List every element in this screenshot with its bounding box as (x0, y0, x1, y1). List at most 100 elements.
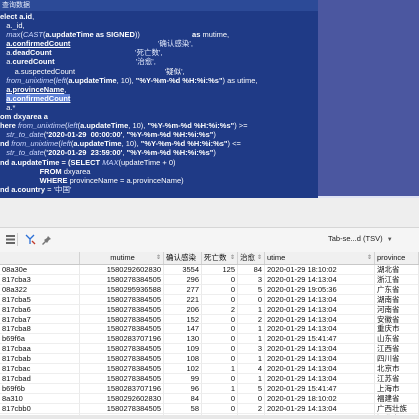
cell-utime[interactable]: 2020-01-29 14:13:04 (265, 314, 375, 325)
sql-editor-area[interactable]: 查询数据 elect a.id, a._id, max(CAST(a.updat… (0, 0, 419, 198)
cell-utime[interactable]: 2020-01-29 14:13:04 (265, 364, 375, 374)
cell-dead[interactable]: 0 (202, 314, 238, 325)
cell-dead[interactable]: 0 (202, 274, 238, 285)
table-row[interactable]: 817cba8 1580278384505 147 0 1 2020-01-29 14:1… (0, 324, 419, 335)
cell-utime[interactable]: 2020-01-29 14:13:04 (265, 354, 375, 365)
cell-id[interactable]: 817cba5 (0, 294, 80, 305)
sql-editor-panel[interactable]: 查询数据 elect a.id, a._id, max(CAST(a.updat… (0, 0, 318, 198)
cell-province[interactable]: 四川省 (375, 354, 419, 365)
cell-mutime[interactable]: 1580278384505 (80, 354, 164, 365)
cell-dead[interactable]: 125 (202, 265, 238, 275)
cell-confirmed[interactable]: 221 (164, 294, 202, 305)
pin-icon[interactable] (40, 233, 53, 246)
results-grid[interactable]: mutime ⇕ 确认感染 死亡数 ⇕ 治愈 ⇕ utime ⇕ province 08… (0, 252, 419, 419)
cell-province[interactable]: 浙江省 (375, 274, 419, 285)
cell-id[interactable]: 8a310 (0, 393, 80, 404)
horizontal-scrollbar[interactable] (0, 415, 419, 419)
column-header-utime[interactable]: utime ⇕ (265, 252, 375, 264)
table-row[interactable]: 817cbad 1580278384505 99 0 1 2020-01-29 14:13… (0, 373, 419, 384)
cell-cured[interactable]: 3 (238, 274, 265, 285)
cell-province[interactable]: 安徽省 (375, 314, 419, 325)
cell-dead[interactable]: 0 (202, 284, 238, 295)
cell-confirmed[interactable]: 130 (164, 334, 202, 345)
cell-mutime[interactable]: 1580278384505 (80, 403, 164, 414)
cell-cured[interactable]: 0 (238, 393, 265, 404)
cell-province[interactable]: 广东省 (375, 284, 419, 295)
cell-province[interactable]: 福建省 (375, 393, 419, 404)
cell-dead[interactable]: 1 (202, 383, 238, 394)
sql-code[interactable]: elect a.id, a._id, max(CAST(a.updateTime… (0, 12, 318, 194)
cell-id[interactable]: 08a322 (0, 284, 80, 295)
splitter-area[interactable] (0, 198, 419, 227)
cell-mutime[interactable]: 1580278384505 (80, 294, 164, 305)
cell-confirmed[interactable]: 109 (164, 344, 202, 355)
cell-province[interactable]: 河南省 (375, 304, 419, 315)
cell-utime[interactable]: 2020-01-29 14:13:04 (265, 403, 375, 414)
cell-dead[interactable]: 0 (202, 344, 238, 355)
cell-utime[interactable]: 2020-01-29 18:10:02 (265, 393, 375, 404)
cell-utime[interactable]: 2020-01-29 14:13:04 (265, 304, 375, 315)
column-header-province[interactable]: province (375, 252, 419, 264)
cell-utime[interactable]: 2020-01-29 19:05:36 (265, 284, 375, 295)
cell-dead[interactable]: 0 (202, 294, 238, 305)
cell-utime[interactable]: 2020-01-29 15:41:47 (265, 383, 375, 394)
cell-id[interactable]: 817cbad (0, 373, 80, 384)
cell-confirmed[interactable]: 296 (164, 274, 202, 285)
cell-mutime[interactable]: 1580278384505 (80, 373, 164, 384)
grid-view-icon[interactable] (4, 233, 17, 246)
cell-utime[interactable]: 2020-01-29 14:13:04 (265, 344, 375, 355)
cell-dead[interactable]: 0 (202, 393, 238, 404)
column-header-confirmed[interactable]: 确认感染 (164, 252, 202, 264)
cell-id[interactable]: 817cba6 (0, 304, 80, 315)
cell-confirmed[interactable]: 277 (164, 284, 202, 295)
table-row[interactable]: 08a30e 1580292602830 3554 125 84 2020-01-29 1… (0, 265, 419, 275)
cell-id[interactable]: 817cbb0 (0, 403, 80, 414)
cell-dead[interactable]: 0 (202, 373, 238, 384)
column-header-dead[interactable]: 死亡数 ⇕ (202, 252, 238, 264)
cell-cured[interactable]: 1 (238, 304, 265, 315)
cell-mutime[interactable]: 1580283707196 (80, 383, 164, 394)
cell-mutime[interactable]: 1580278384505 (80, 314, 164, 325)
cell-confirmed[interactable]: 99 (164, 373, 202, 384)
table-row[interactable]: b69f6b 1580283707196 96 1 5 2020-01-29 15:41:… (0, 383, 419, 394)
cell-province[interactable]: 江苏省 (375, 373, 419, 384)
cell-province[interactable]: 湖北省 (375, 265, 419, 275)
cell-dead[interactable]: 0 (202, 324, 238, 335)
cell-mutime[interactable]: 1580283707196 (80, 334, 164, 345)
cell-confirmed[interactable]: 84 (164, 393, 202, 404)
cell-id[interactable]: 08a30e (0, 265, 80, 275)
cell-confirmed[interactable]: 96 (164, 383, 202, 394)
cell-confirmed[interactable]: 108 (164, 354, 202, 365)
cell-cured[interactable]: 1 (238, 373, 265, 384)
cell-mutime[interactable]: 1580278384505 (80, 304, 164, 315)
cell-dead[interactable]: 2 (202, 304, 238, 315)
cell-cured[interactable]: 0 (238, 294, 265, 305)
cell-id[interactable]: 817cba3 (0, 274, 80, 285)
cell-confirmed[interactable]: 152 (164, 314, 202, 325)
cell-mutime[interactable]: 1580292602830 (80, 265, 164, 275)
cell-utime[interactable]: 2020-01-29 14:13:04 (265, 324, 375, 335)
table-row[interactable]: 817cbaa 1580278384505 109 0 3 2020-01-29 14:1… (0, 344, 419, 355)
cell-confirmed[interactable]: 147 (164, 324, 202, 335)
cell-mutime[interactable]: 1580278384505 (80, 344, 164, 355)
table-row[interactable]: 817cba5 1580278384505 221 0 0 2020-01-29 14:1… (0, 294, 419, 305)
cell-mutime[interactable]: 1580295936588 (80, 284, 164, 295)
column-header-cured[interactable]: 治愈 ⇕ (238, 252, 265, 264)
cell-id[interactable]: 817cbab (0, 354, 80, 365)
cell-confirmed[interactable]: 3554 (164, 265, 202, 275)
table-row[interactable]: 817cbab 1580278384505 108 0 1 2020-01-29 14:1… (0, 354, 419, 365)
cell-id[interactable]: b69f6a (0, 334, 80, 345)
cell-id[interactable]: 817cba8 (0, 324, 80, 335)
cell-cured[interactable]: 1 (238, 324, 265, 335)
cell-utime[interactable]: 2020-01-29 14:13:04 (265, 274, 375, 285)
cell-province[interactable]: 湖南省 (375, 294, 419, 305)
cell-cured[interactable]: 1 (238, 354, 265, 365)
cell-id[interactable]: 817cba7 (0, 314, 80, 325)
cell-id[interactable]: 817cbaa (0, 344, 80, 355)
cell-dead[interactable]: 0 (202, 334, 238, 345)
cell-province[interactable]: 山东省 (375, 334, 419, 345)
cell-dead[interactable]: 0 (202, 354, 238, 365)
cell-utime[interactable]: 2020-01-29 14:13:04 (265, 373, 375, 384)
table-row[interactable]: 817cba7 1580278384505 152 0 2 2020-01-29 14:1… (0, 314, 419, 325)
cell-cured[interactable]: 84 (238, 265, 265, 275)
